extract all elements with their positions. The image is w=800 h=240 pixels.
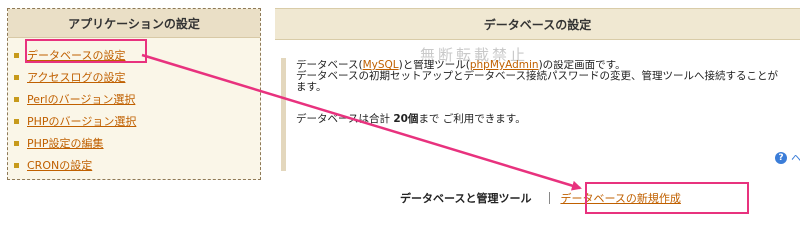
annotation-arrow (141, 53, 582, 191)
arrow-line (141, 53, 582, 191)
